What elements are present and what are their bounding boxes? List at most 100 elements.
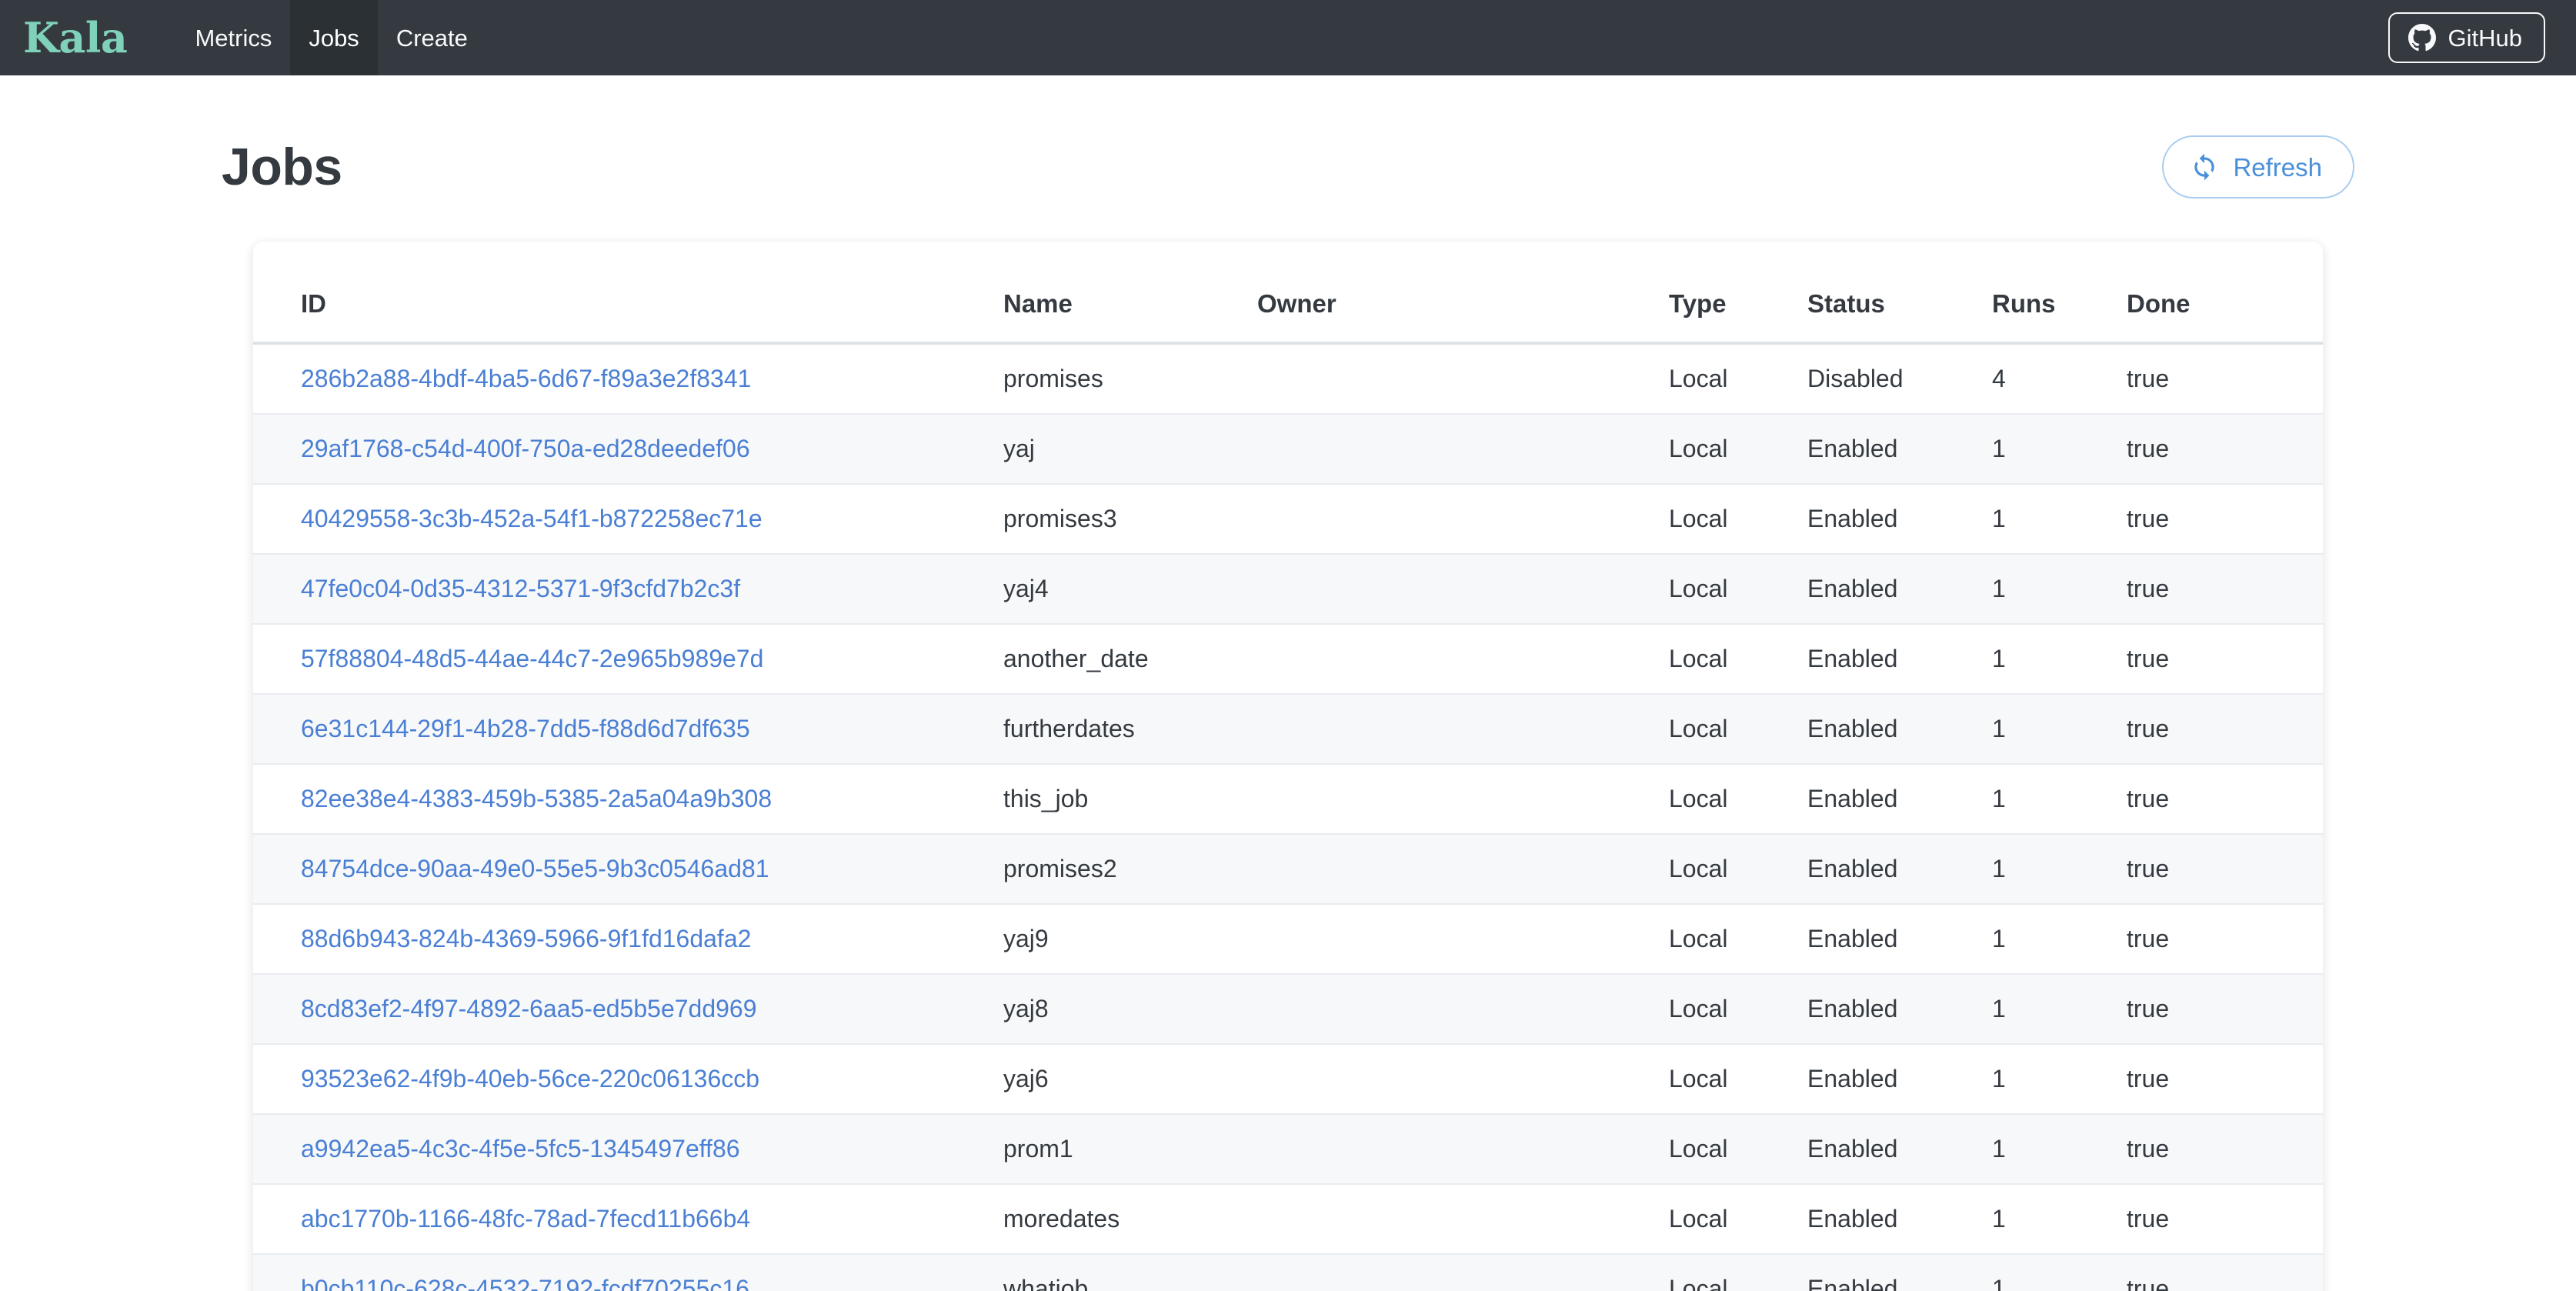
cell-name: yaj8 <box>1003 974 1257 1044</box>
top-navbar: Kala Metrics Jobs Create GitHub <box>0 0 2576 75</box>
cell-owner <box>1257 1254 1669 1291</box>
job-id-link[interactable]: 6e31c144-29f1-4b28-7dd5-f88d6d7df635 <box>301 715 750 742</box>
github-button[interactable]: GitHub <box>2388 12 2545 63</box>
cell-name: yaj4 <box>1003 554 1257 624</box>
cell-owner <box>1257 764 1669 834</box>
cell-type: Local <box>1669 974 1807 1044</box>
cell-id: abc1770b-1166-48fc-78ad-7fecd11b66b4 <box>253 1184 1003 1254</box>
refresh-button-label: Refresh <box>2233 155 2322 180</box>
cell-name: yaj6 <box>1003 1044 1257 1114</box>
jobs-table: ID Name Owner Type Status Runs Done 286b… <box>253 242 2323 1291</box>
cell-runs: 1 <box>1992 484 2127 554</box>
cell-status: Enabled <box>1807 484 1992 554</box>
column-header-id[interactable]: ID <box>253 242 1003 343</box>
cell-name: promises3 <box>1003 484 1257 554</box>
cell-done: true <box>2127 834 2323 904</box>
cell-done: true <box>2127 343 2323 414</box>
job-id-link[interactable]: a9942ea5-4c3c-4f5e-5fc5-1345497eff86 <box>301 1135 740 1163</box>
cell-type: Local <box>1669 834 1807 904</box>
cell-done: true <box>2127 414 2323 484</box>
cell-done: true <box>2127 974 2323 1044</box>
cell-owner <box>1257 484 1669 554</box>
cell-status: Enabled <box>1807 1254 1992 1291</box>
cell-status: Enabled <box>1807 974 1992 1044</box>
github-icon <box>2408 24 2436 52</box>
table-row: 6e31c144-29f1-4b28-7dd5-f88d6d7df635furt… <box>253 694 2323 764</box>
cell-type: Local <box>1669 1114 1807 1184</box>
cell-done: true <box>2127 554 2323 624</box>
cell-type: Local <box>1669 484 1807 554</box>
cell-status: Enabled <box>1807 554 1992 624</box>
table-row: 88d6b943-824b-4369-5966-9f1fd16dafa2yaj9… <box>253 904 2323 974</box>
cell-name: yaj <box>1003 414 1257 484</box>
cell-owner <box>1257 1114 1669 1184</box>
column-header-runs[interactable]: Runs <box>1992 242 2127 343</box>
table-row: 82ee38e4-4383-459b-5385-2a5a04a9b308 this… <box>253 764 2323 834</box>
cell-id: a9942ea5-4c3c-4f5e-5fc5-1345497eff86 <box>253 1114 1003 1184</box>
column-header-name[interactable]: Name <box>1003 242 1257 343</box>
page-header: Jobs Refresh <box>219 135 2357 198</box>
table-header-row: ID Name Owner Type Status Runs Done <box>253 242 2323 343</box>
cell-name: promises <box>1003 343 1257 414</box>
cell-runs: 1 <box>1992 414 2127 484</box>
job-id-link[interactable]: b0cb110c-628c-4532-7192-fcdf70255c16 <box>301 1275 749 1291</box>
cell-done: true <box>2127 764 2323 834</box>
cell-id: 47fe0c04-0d35-4312-5371-9f3cfd7b2c3f <box>253 554 1003 624</box>
job-id-link[interactable]: 93523e62-4f9b-40eb-56ce-220c06136ccb <box>301 1065 759 1093</box>
job-id-link[interactable]: 8cd83ef2-4f97-4892-6aa5-ed5b5e7dd969 <box>301 995 757 1022</box>
nav-link-metrics[interactable]: Metrics <box>176 0 290 75</box>
cell-done: true <box>2127 1254 2323 1291</box>
job-id-link[interactable]: 82ee38e4-4383-459b-5385-2a5a04a9b308 <box>301 785 772 812</box>
column-header-status[interactable]: Status <box>1807 242 1992 343</box>
brand-logo[interactable]: Kala <box>17 17 139 58</box>
cell-type: Local <box>1669 904 1807 974</box>
cell-done: true <box>2127 1184 2323 1254</box>
job-id-link[interactable]: 29af1768-c54d-400f-750a-ed28deedef06 <box>301 435 750 462</box>
job-id-link[interactable]: 84754dce-90aa-49e0-55e5-9b3c0546ad81 <box>301 855 769 882</box>
cell-status: Enabled <box>1807 834 1992 904</box>
cell-type: Local <box>1669 764 1807 834</box>
cell-owner <box>1257 1184 1669 1254</box>
job-id-link[interactable]: abc1770b-1166-48fc-78ad-7fecd11b66b4 <box>301 1205 750 1233</box>
cell-done: true <box>2127 1044 2323 1114</box>
cell-owner <box>1257 694 1669 764</box>
cell-runs: 1 <box>1992 1044 2127 1114</box>
job-id-link[interactable]: 57f88804-48d5-44ae-44c7-2e965b989e7d <box>301 645 763 672</box>
job-id-link[interactable]: 40429558-3c3b-452a-54f1-b872258ec71e <box>301 505 762 532</box>
cell-id: 57f88804-48d5-44ae-44c7-2e965b989e7d <box>253 624 1003 694</box>
table-row: 47fe0c04-0d35-4312-5371-9f3cfd7b2c3f yaj4… <box>253 554 2323 624</box>
cell-name: this_job <box>1003 764 1257 834</box>
nav-link-jobs[interactable]: Jobs <box>290 0 377 75</box>
cell-runs: 1 <box>1992 554 2127 624</box>
column-header-owner[interactable]: Owner <box>1257 242 1669 343</box>
cell-status: Enabled <box>1807 1044 1992 1114</box>
jobs-table-head: ID Name Owner Type Status Runs Done <box>253 242 2323 343</box>
cell-name: prom1 <box>1003 1114 1257 1184</box>
cell-runs: 4 <box>1992 343 2127 414</box>
jobs-table-card: ID Name Owner Type Status Runs Done 286b… <box>253 242 2323 1291</box>
cell-done: true <box>2127 484 2323 554</box>
cell-id: 40429558-3c3b-452a-54f1-b872258ec71e <box>253 484 1003 554</box>
job-id-link[interactable]: 286b2a88-4bdf-4ba5-6d67-f89a3e2f8341 <box>301 365 751 392</box>
job-id-link[interactable]: 47fe0c04-0d35-4312-5371-9f3cfd7b2c3f <box>301 575 740 602</box>
cell-status: Enabled <box>1807 1184 1992 1254</box>
cell-runs: 1 <box>1992 694 2127 764</box>
nav-link-create[interactable]: Create <box>378 0 486 75</box>
job-id-link[interactable]: 88d6b943-824b-4369-5966-9f1fd16dafa2 <box>301 925 751 952</box>
cell-id: 8cd83ef2-4f97-4892-6aa5-ed5b5e7dd969 <box>253 974 1003 1044</box>
table-row: 40429558-3c3b-452a-54f1-b872258ec71e prom… <box>253 484 2323 554</box>
cell-owner <box>1257 834 1669 904</box>
cell-name: moredates <box>1003 1184 1257 1254</box>
refresh-button[interactable]: Refresh <box>2162 135 2354 198</box>
cell-status: Disabled <box>1807 343 1992 414</box>
cell-owner <box>1257 414 1669 484</box>
column-header-done[interactable]: Done <box>2127 242 2323 343</box>
page-container: Jobs Refresh ID Name Owner Type Status R… <box>219 75 2357 1291</box>
cell-runs: 1 <box>1992 764 2127 834</box>
cell-id: 29af1768-c54d-400f-750a-ed28deedef06 <box>253 414 1003 484</box>
cell-owner <box>1257 974 1669 1044</box>
cell-id: 84754dce-90aa-49e0-55e5-9b3c0546ad81 <box>253 834 1003 904</box>
primary-nav: Metrics Jobs Create <box>176 0 486 75</box>
column-header-type[interactable]: Type <box>1669 242 1807 343</box>
cell-done: true <box>2127 1114 2323 1184</box>
